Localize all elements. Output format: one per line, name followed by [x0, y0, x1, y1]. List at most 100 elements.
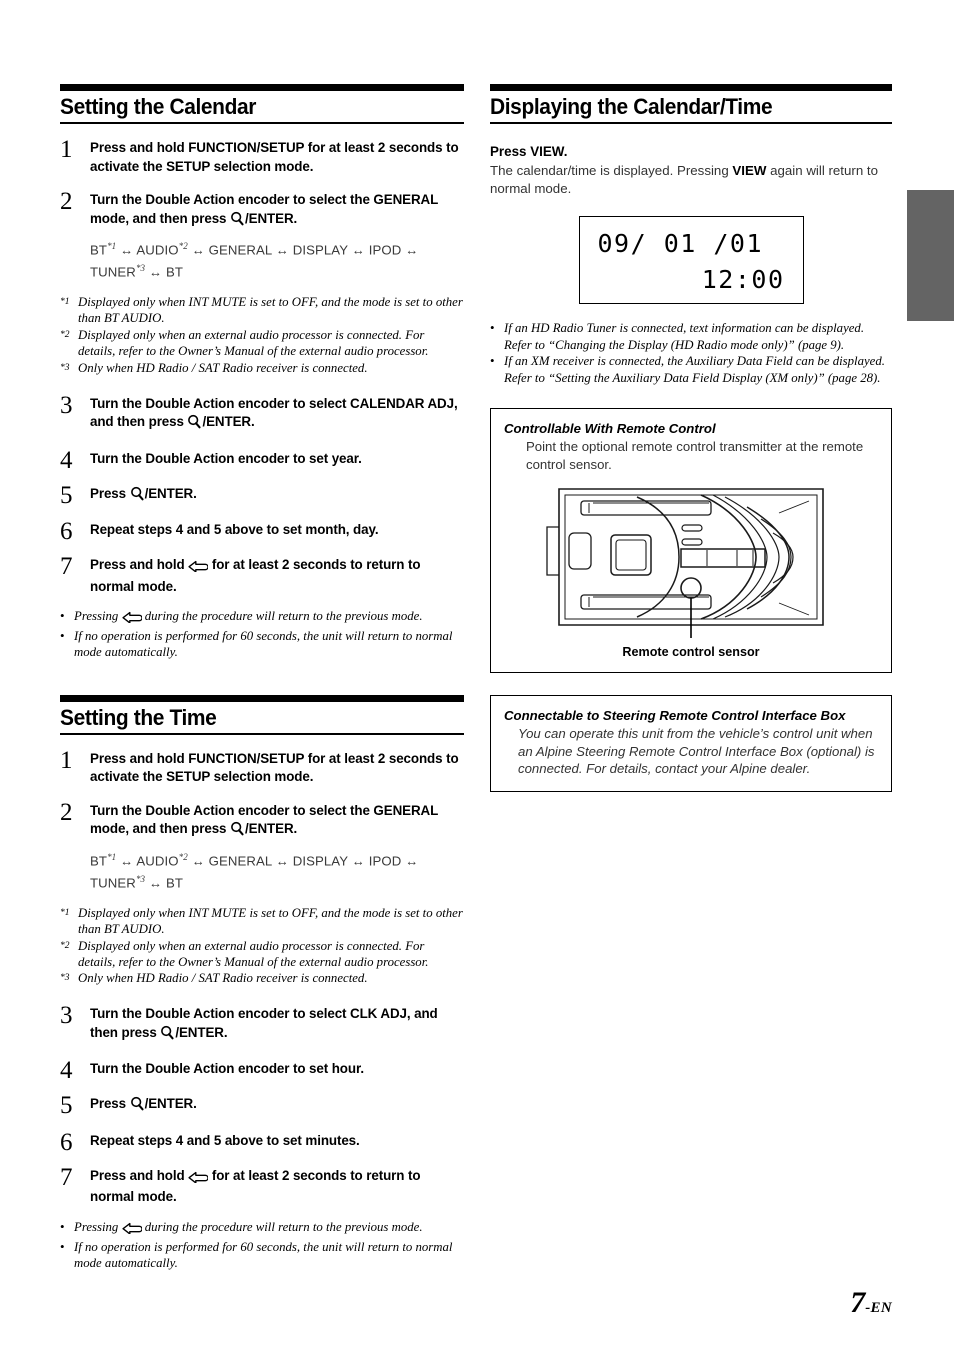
- step-item: 1 Press and hold FUNCTION/SETUP for at l…: [60, 136, 464, 176]
- footnote-item: *2 Displayed only when an external audio…: [60, 938, 464, 971]
- magnifier-icon: [130, 1096, 145, 1117]
- magnifier-icon: [230, 821, 245, 842]
- lcd-time-line: 12:00: [701, 265, 785, 295]
- bullet-icon: •: [490, 320, 495, 336]
- step-text: Press /ENTER.: [90, 485, 464, 507]
- heading-rule-bottom: [60, 732, 464, 735]
- note-item: • Pressing during the procedure will ret…: [60, 608, 464, 628]
- section-header-setting-the-time: Setting the Time: [60, 694, 464, 735]
- section-header-displaying-the-calendar-time: Displaying the Calendar/Time: [490, 84, 892, 125]
- step-text: Turn the Double Action encoder to select…: [90, 802, 464, 842]
- step-number: 5: [60, 1092, 73, 1120]
- step-text: Press and hold for at least 2 seconds to…: [90, 1167, 464, 1207]
- footnote-marker: *2: [60, 329, 70, 340]
- page-number: 7: [850, 1286, 866, 1319]
- heading-rule-top: [490, 84, 892, 91]
- step-number: 6: [60, 1128, 73, 1156]
- lcd-display-figure: 09/ 01 /01 12:00: [490, 216, 892, 305]
- note-text: If an XM receiver is connected, the Auxi…: [504, 354, 885, 385]
- step-number: 2: [60, 188, 73, 216]
- note-text-post: during the procedure will return to the …: [141, 609, 423, 624]
- note-item: • If an HD Radio Tuner is connected, tex…: [490, 320, 892, 353]
- heading-rule-bottom: [60, 122, 464, 125]
- step-text-tail: /ENTER.: [144, 1096, 197, 1112]
- footnote-marker: *3: [60, 973, 70, 984]
- heading-rule-top: [60, 84, 464, 91]
- page-title-time: Setting the Time: [60, 704, 217, 730]
- step-text-tail: /ENTER.: [175, 1024, 228, 1040]
- step-text: Turn the Double Action encoder to select…: [90, 191, 464, 231]
- step-text-pre: Turn the: [90, 1006, 146, 1022]
- remote-control-info-box: Controllable With Remote Control Point t…: [490, 408, 892, 674]
- note-text: If no operation is performed for 60 seco…: [74, 628, 453, 660]
- left-column: Setting the Calendar 1 Press and hold FU…: [60, 84, 464, 1272]
- heading-rule-top: [60, 694, 464, 702]
- remote-box-body: Point the optional remote control transm…: [526, 439, 864, 472]
- bullet-icon: •: [60, 1238, 65, 1254]
- body-pre: The calendar/time is displayed. Pressing: [490, 163, 733, 179]
- step-text-strong: Double Action encoder: [145, 450, 290, 466]
- lcd-screen: 09/ 01 /01 12:00: [578, 216, 804, 305]
- step-text-strong: Double Action encoder: [145, 395, 290, 411]
- step-text-pre: Turn the: [90, 192, 146, 208]
- footnote-text: Only when HD Radio / SAT Radio receiver …: [78, 360, 368, 375]
- footnote-item: *1 Displayed only when INT MUTE is set t…: [60, 905, 464, 938]
- step-item: 5 Press /ENTER.: [60, 481, 464, 509]
- return-arrow-icon: [121, 1222, 143, 1239]
- footnote-marker: *3: [60, 362, 70, 373]
- steering-remote-info-box: Connectable to Steering Remote Control I…: [490, 695, 892, 792]
- footnote-item: *3 Only when HD Radio / SAT Radio receiv…: [60, 970, 464, 990]
- step-text: Turn the Double Action encoder to set ho…: [90, 1060, 464, 1079]
- step-text-pre: Press: [90, 485, 130, 501]
- step-number: 1: [60, 136, 73, 164]
- lead-pre: Press: [490, 144, 531, 160]
- lead-strong: VIEW: [530, 144, 564, 160]
- step-text-strong: Double Action encoder: [145, 1061, 290, 1077]
- chain-part: ↔ BT: [145, 875, 184, 891]
- footnote-text: Displayed only when an external audio pr…: [78, 938, 429, 969]
- step-item: 2 Turn the Double Action encoder to sele…: [60, 188, 464, 231]
- step-text-strong: FUNCTION/SETUP: [188, 750, 305, 766]
- section-header-setting-the-calendar: Setting the Calendar: [60, 84, 464, 125]
- step-text: Turn the Double Action encoder to select…: [90, 1005, 464, 1045]
- chain-part: ↔ AUDIO: [116, 242, 179, 258]
- chain-part: ↔ BT: [145, 264, 184, 280]
- chain-sup: *3: [135, 263, 146, 274]
- page-title-displaying: Displaying the Calendar/Time: [490, 94, 773, 119]
- page-footer: 7-EN: [850, 1286, 892, 1320]
- step-number: 5: [60, 481, 73, 509]
- step-text-pre: Press and hold: [90, 140, 189, 156]
- step-item: 3 Turn the Double Action encoder to sele…: [60, 393, 464, 435]
- step-item: 5 Press /ENTER.: [60, 1092, 464, 1120]
- step-text-strong: Double Action encoder: [145, 1006, 290, 1022]
- step-item: 4 Turn the Double Action encoder to set …: [60, 446, 464, 474]
- note-list: • If an HD Radio Tuner is connected, tex…: [490, 320, 892, 386]
- press-view-description: The calendar/time is displayed. Pressing…: [490, 162, 892, 198]
- step-text-pre: Turn the: [90, 1061, 146, 1077]
- press-view-instruction: Press VIEW.: [490, 142, 892, 161]
- lcd-date-line: 09/ 01 /01: [597, 229, 764, 259]
- chain-part: ↔ AUDIO: [116, 853, 179, 869]
- step-text-tail: /ENTER.: [245, 821, 298, 837]
- footnote-list: *1 Displayed only when INT MUTE is set t…: [60, 294, 464, 380]
- return-arrow-icon: [188, 1170, 209, 1189]
- step-number: 1: [60, 746, 73, 774]
- step-number: 4: [60, 446, 73, 474]
- step-item: 7 Press and hold for at least 2 seconds …: [60, 554, 464, 596]
- step-item: 3 Turn the Double Action encoder to sele…: [60, 1003, 464, 1045]
- footnote-item: *3 Only when HD Radio / SAT Radio receiv…: [60, 360, 464, 380]
- step-number: 7: [60, 1163, 73, 1191]
- step-text-strong: Double Action encoder: [145, 802, 290, 818]
- magnifier-icon: [160, 1025, 175, 1046]
- step-text-pre: Press and hold: [90, 557, 189, 573]
- step-text: Turn the Double Action encoder to select…: [90, 395, 464, 435]
- footnote-marker: *2: [60, 940, 70, 951]
- bullet-icon: •: [490, 353, 495, 369]
- chain-sup: *2: [178, 241, 188, 252]
- note-text: If no operation is performed for 60 seco…: [74, 1239, 453, 1271]
- step-number: 4: [60, 1057, 73, 1085]
- page-number-suffix: -EN: [865, 1300, 892, 1316]
- body-strong: VIEW: [732, 163, 767, 179]
- footnote-item: *1 Displayed only when INT MUTE is set t…: [60, 294, 464, 327]
- chain-sup: *2: [178, 851, 188, 862]
